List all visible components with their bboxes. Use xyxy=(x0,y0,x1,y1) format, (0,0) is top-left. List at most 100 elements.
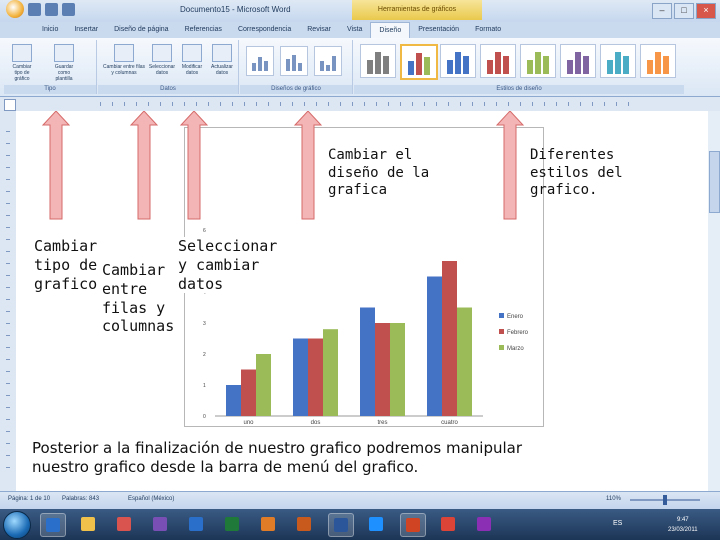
ribbon: Cambiar tipo de gráfico Guardar como pla… xyxy=(0,38,720,97)
tab-selector-icon[interactable] xyxy=(4,99,16,111)
checkmark-icon[interactable] xyxy=(40,513,66,537)
legend-swatch-2 xyxy=(499,345,504,350)
window-title: Documento15 - Microsoft Word xyxy=(180,5,291,14)
vertical-scrollbar[interactable] xyxy=(707,111,720,491)
tab-9[interactable]: Formato xyxy=(467,22,509,38)
undo-icon[interactable] xyxy=(45,3,58,16)
bar-marzo-cuatro[interactable] xyxy=(457,307,472,417)
y-tick-0: 0 xyxy=(203,414,206,420)
note-datos: Seleccionar y cambiar datos xyxy=(178,237,278,294)
taskbar: ES 9:47 23/03/2011 xyxy=(0,509,720,540)
chrome-icon[interactable] xyxy=(436,513,460,535)
arrow-3 xyxy=(179,111,209,220)
bar-marzo-uno[interactable] xyxy=(256,354,271,416)
presentation-icon[interactable] xyxy=(292,513,316,535)
bar-febrero-tres[interactable] xyxy=(375,323,390,416)
chart-style-6[interactable] xyxy=(560,44,596,78)
hp-icon[interactable] xyxy=(184,513,208,535)
bar-marzo-dos[interactable] xyxy=(323,329,338,416)
bar-febrero-cuatro[interactable] xyxy=(442,261,457,416)
close-button[interactable]: × xyxy=(696,3,716,19)
note-filas: Cambiar entre filas y columnas xyxy=(102,261,175,336)
chart-layout-2[interactable] xyxy=(280,46,308,76)
bar-enero-dos[interactable] xyxy=(293,338,308,417)
zoom-knob[interactable] xyxy=(663,495,667,505)
group-datos: Cambiar entre filas y columnas Seleccion… xyxy=(98,40,239,94)
tab-5[interactable]: Revisar xyxy=(299,22,339,38)
clock[interactable]: 9:47 23/03/2011 xyxy=(668,515,698,535)
folder-icon[interactable] xyxy=(76,513,100,535)
chart-style-1[interactable] xyxy=(360,44,396,78)
note-posterior: Posterior a la finalización de nuestro g… xyxy=(32,439,523,476)
windows-orb-icon[interactable] xyxy=(3,511,31,539)
bar-enero-cuatro[interactable] xyxy=(427,276,442,417)
quick-access-toolbar xyxy=(6,0,75,18)
ribbon-tabs: Inicio Insertar Diseño de página Referencia… xyxy=(0,22,720,38)
chart-style-2[interactable] xyxy=(400,44,438,80)
legend-swatch-0 xyxy=(499,313,504,318)
bar-marzo-tres[interactable] xyxy=(390,323,405,416)
edit-data-icon xyxy=(182,44,202,62)
legend-label-1: Febrero xyxy=(507,330,529,336)
powerpoint-icon[interactable] xyxy=(400,513,426,537)
chart-type-icon xyxy=(12,44,32,62)
chart-style-3[interactable] xyxy=(440,44,476,78)
legend-label-0: Enero xyxy=(507,314,524,320)
scroll-thumb[interactable] xyxy=(709,151,720,213)
status-language[interactable]: Español (México) xyxy=(128,496,174,502)
select-data-button[interactable]: Seleccionar datos xyxy=(148,44,176,76)
switch-rows-columns-button[interactable]: Cambiar entre filas y columnas xyxy=(102,44,146,76)
status-page[interactable]: Página: 1 de 10 xyxy=(8,496,50,502)
tab-0[interactable]: Inicio xyxy=(34,22,66,38)
group-disenos: Diseños de gráfico xyxy=(240,40,353,94)
save-icon[interactable] xyxy=(28,3,41,16)
x-tick-3: cuatro xyxy=(441,420,458,426)
bar-enero-uno[interactable] xyxy=(226,385,241,416)
group-estilos: Estilos de diseño xyxy=(354,40,684,94)
tab-1[interactable]: Insertar xyxy=(66,22,106,38)
photos-icon[interactable] xyxy=(112,513,136,535)
status-words[interactable]: Palabras: 843 xyxy=(62,496,99,502)
maximize-button[interactable]: □ xyxy=(674,3,694,19)
redo-icon[interactable] xyxy=(62,3,75,16)
change-chart-type-button[interactable]: Cambiar tipo de gráfico xyxy=(8,44,36,82)
language-indicator[interactable]: ES xyxy=(613,520,622,527)
media-icon[interactable] xyxy=(148,513,172,535)
tab-8[interactable]: Presentación xyxy=(410,22,467,38)
chart-style-8[interactable] xyxy=(640,44,676,78)
bar-febrero-dos[interactable] xyxy=(308,338,323,417)
edit-data-button[interactable]: Modificar datos xyxy=(178,44,206,76)
chart-tools-title: Herramientas de gráficos xyxy=(352,0,482,20)
tab-3[interactable]: Referencias xyxy=(177,22,230,38)
chart-style-5[interactable] xyxy=(520,44,556,78)
chart-layout-1[interactable] xyxy=(246,46,274,76)
template-icon xyxy=(54,44,74,62)
media-player-icon[interactable] xyxy=(256,513,280,535)
status-zoom[interactable]: 110% xyxy=(606,496,621,502)
y-tick-3: 3 xyxy=(203,321,206,327)
internet-explorer-icon[interactable] xyxy=(364,513,388,535)
tab-2[interactable]: Diseño de página xyxy=(106,22,177,38)
arrow-4 xyxy=(293,111,323,220)
excel-icon[interactable] xyxy=(220,513,244,535)
office-button-icon[interactable] xyxy=(6,0,24,18)
winrar-icon[interactable] xyxy=(472,513,496,535)
tab-4[interactable]: Correspondencia xyxy=(230,22,299,38)
tab-6[interactable]: Vista xyxy=(339,22,370,38)
y-tick-1: 1 xyxy=(203,383,206,389)
chart-layout-3[interactable] xyxy=(314,46,342,76)
tab-7[interactable]: Diseño xyxy=(370,22,411,38)
bar-febrero-uno[interactable] xyxy=(241,369,256,417)
vertical-ruler xyxy=(0,111,17,491)
chart-style-4[interactable] xyxy=(480,44,516,78)
horizontal-ruler xyxy=(0,97,720,112)
save-template-button[interactable]: Guardar como plantilla xyxy=(50,44,78,82)
refresh-data-button[interactable]: Actualizar datos xyxy=(208,44,236,76)
word-icon[interactable] xyxy=(328,513,354,537)
title-bar: Documento15 - Microsoft Word Herramienta… xyxy=(0,0,720,23)
minimize-button[interactable]: – xyxy=(652,3,672,19)
chart-style-7[interactable] xyxy=(600,44,636,78)
bar-enero-tres[interactable] xyxy=(360,307,375,417)
refresh-data-icon xyxy=(212,44,232,62)
window-controls: – □ × xyxy=(652,3,716,19)
